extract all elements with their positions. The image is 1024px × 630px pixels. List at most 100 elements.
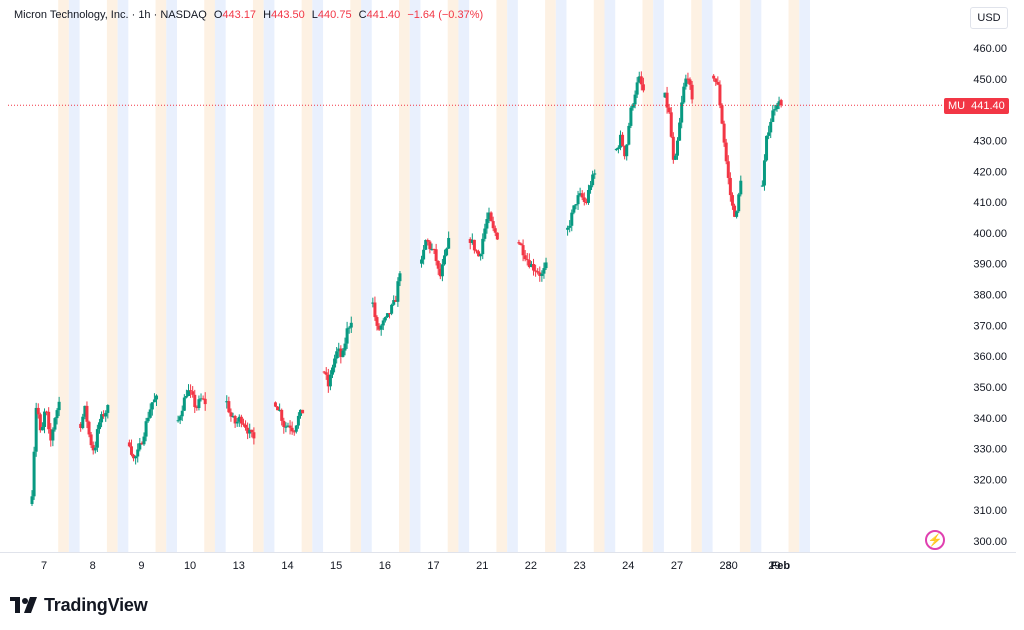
band-afterhours xyxy=(788,0,800,552)
candle-body xyxy=(582,197,586,202)
candle-body xyxy=(34,407,38,452)
candle-body xyxy=(55,410,59,419)
low-value: 440.75 xyxy=(317,9,352,21)
candle-body xyxy=(341,350,345,357)
band-afterhours xyxy=(691,0,702,552)
change-value: −1.64 (−0.37%) xyxy=(407,9,484,21)
band-premarket xyxy=(799,0,810,552)
candle-body xyxy=(81,416,85,428)
candle-body xyxy=(479,254,483,257)
candle-body xyxy=(57,401,61,411)
chart-area[interactable]: 300.00 310.00 320.00 330.00 340.00 350.00 360.… xyxy=(0,0,1024,582)
candle-body xyxy=(191,391,195,395)
time-tick-label: 14 xyxy=(281,560,293,572)
candle-body xyxy=(398,273,402,282)
candle-body xyxy=(197,399,201,409)
lightning-icon[interactable]: ⚡ xyxy=(925,530,945,550)
candle-body xyxy=(627,125,631,145)
candle-body xyxy=(576,195,580,205)
band-premarket xyxy=(409,0,421,552)
candle-body xyxy=(95,429,99,448)
band-afterhours xyxy=(447,0,459,552)
candle-body xyxy=(676,140,680,156)
candle-body xyxy=(639,76,643,85)
candle-body xyxy=(136,449,140,457)
price-chart[interactable]: 300.00 310.00 320.00 330.00 340.00 350.00 360.… xyxy=(0,0,1024,582)
band-afterhours xyxy=(593,0,605,552)
candle-body xyxy=(381,320,385,326)
candle-body xyxy=(330,367,334,375)
high-value: 443.50 xyxy=(271,9,305,21)
candle-body xyxy=(625,144,629,157)
candle-body xyxy=(227,401,231,413)
candle-body xyxy=(333,358,337,368)
high-key: H xyxy=(263,9,272,21)
candle-body xyxy=(30,496,34,505)
candle-body xyxy=(574,204,578,206)
candle-body xyxy=(765,135,769,161)
last-price-value: 441.40 xyxy=(971,100,1005,112)
candle-body xyxy=(180,410,184,417)
band-premarket xyxy=(555,0,567,552)
candle-body xyxy=(144,421,148,437)
band-premarket xyxy=(507,0,518,552)
price-tick-label: 410.00 xyxy=(973,197,1007,209)
candle-body xyxy=(47,411,51,430)
band-afterhours xyxy=(739,0,751,552)
candle-body xyxy=(193,394,197,408)
candle-body xyxy=(296,415,300,426)
price-tick-label: 370.00 xyxy=(973,320,1007,332)
band-premarket xyxy=(653,0,664,552)
candle-body xyxy=(40,426,44,431)
candle-body xyxy=(97,422,101,430)
candle-body xyxy=(53,418,57,430)
candle-body xyxy=(718,84,722,106)
candle-body xyxy=(250,429,254,433)
candle-body xyxy=(767,132,771,136)
candle-body xyxy=(669,112,673,137)
time-tick-label: 13 xyxy=(233,560,245,572)
candle-body xyxy=(436,260,440,269)
symbol-title: Micron Technology, Inc. · 1h · NASDAQ xyxy=(14,9,207,21)
candle-body xyxy=(244,424,248,428)
axis-divider xyxy=(1016,0,1017,582)
candle-body xyxy=(284,426,288,428)
candle-body xyxy=(517,242,521,244)
candle-body xyxy=(519,243,523,246)
candle-body xyxy=(106,405,110,413)
candle-body xyxy=(445,248,449,256)
candle-body xyxy=(621,134,625,146)
band-afterhours xyxy=(545,0,556,552)
candle-body xyxy=(273,402,277,407)
candle-body xyxy=(146,417,150,422)
candle-body xyxy=(375,317,379,326)
candle-body xyxy=(714,78,718,83)
candle-body xyxy=(483,228,487,239)
candle-body xyxy=(43,411,47,427)
candle-body xyxy=(678,122,682,141)
price-tick-label: 300.00 xyxy=(973,536,1007,548)
candle-body xyxy=(104,412,108,417)
band-afterhours xyxy=(106,0,118,552)
candle-body xyxy=(241,423,245,425)
candle-body xyxy=(572,205,576,213)
candle-body xyxy=(442,255,446,265)
candle-body xyxy=(129,446,133,455)
candle-body xyxy=(184,395,188,398)
candle-body xyxy=(134,456,138,459)
price-tick-label: 420.00 xyxy=(973,166,1007,178)
price-tick-label: 320.00 xyxy=(973,474,1007,486)
candle-body xyxy=(229,412,233,417)
band-premarket xyxy=(68,0,80,552)
candle-body xyxy=(544,262,548,269)
candle-body xyxy=(580,193,584,198)
candle-body xyxy=(383,317,387,321)
candle-body xyxy=(426,240,430,242)
candle-body xyxy=(536,271,540,273)
candle-body xyxy=(540,273,544,276)
candle-body xyxy=(85,405,89,422)
price-tick-label: 430.00 xyxy=(973,135,1007,147)
candle-body xyxy=(142,436,146,445)
candle-body xyxy=(773,109,777,111)
currency-button[interactable]: USD xyxy=(970,7,1008,29)
